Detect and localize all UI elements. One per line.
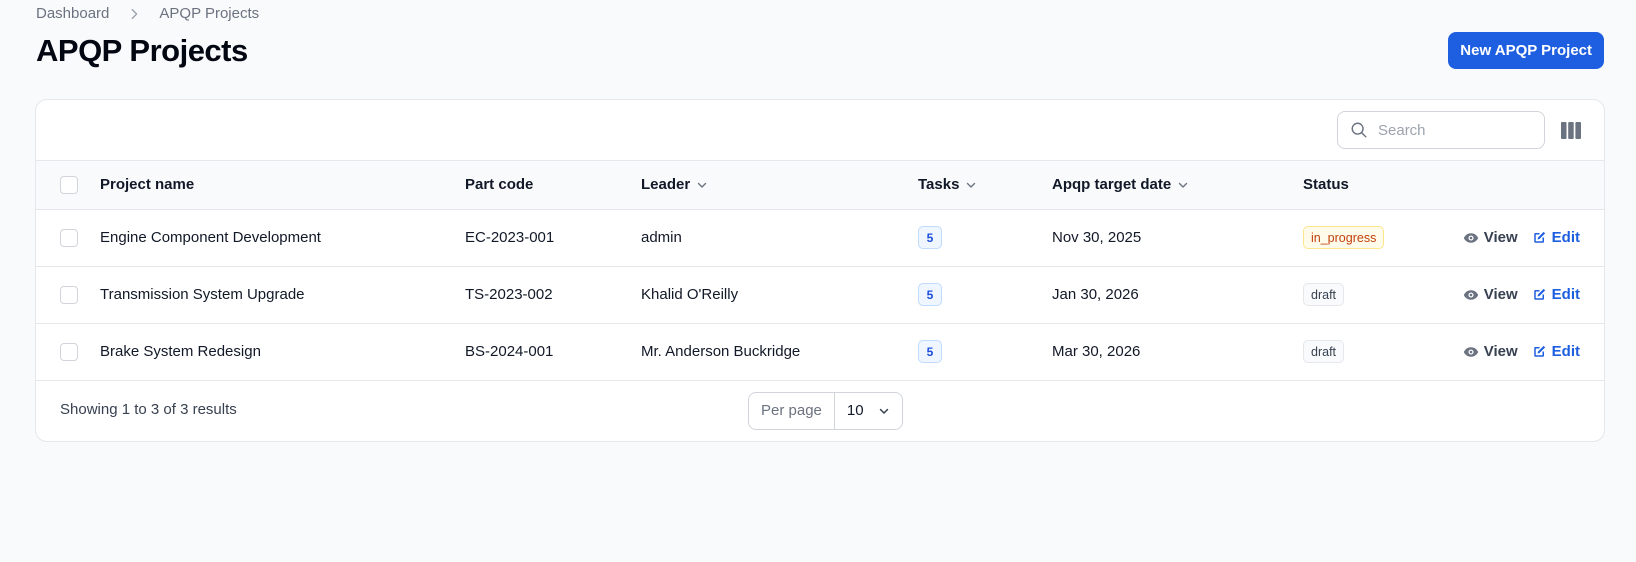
breadcrumb-current: APQP Projects (159, 5, 260, 22)
projects-table-card: Project name Part code Leader Tasks (35, 99, 1605, 442)
table-header-row: Project name Part code Leader Tasks Apqp… (36, 161, 1604, 209)
edit-label: Edit (1551, 286, 1580, 303)
header-part-code: Part code (465, 176, 534, 194)
part-code-cell: TS-2023-002 (465, 286, 553, 303)
tasks-cell: 5 (918, 323, 1052, 380)
view-button[interactable]: View (1463, 286, 1518, 303)
leader-cell: Khalid O'Reilly (641, 286, 739, 303)
header-leader-label: Leader (641, 176, 691, 194)
chevron-down-icon (879, 408, 888, 414)
table-footer: Showing 1 to 3 of 3 results Per page 10 (36, 381, 1604, 440)
actions-cell: View Edit (1443, 323, 1604, 380)
edit-icon (1533, 288, 1545, 300)
status-badge: draft (1303, 283, 1345, 306)
status-badge: draft (1303, 340, 1345, 363)
target-date-cell: Nov 30, 2025 (1052, 229, 1142, 246)
tasks-badge: 5 (918, 283, 942, 306)
per-page-value: 10 (846, 402, 864, 419)
tasks-cell: 5 (918, 266, 1052, 323)
edit-icon (1533, 345, 1545, 357)
edit-button[interactable]: Edit (1532, 286, 1580, 303)
header-select-cell (36, 161, 100, 209)
results-summary: Showing 1 to 3 of 3 results (60, 400, 237, 418)
chevron-down-icon (1178, 182, 1188, 188)
header-target-date-label: Apqp target date (1052, 176, 1172, 194)
status-badge: in_progress (1303, 226, 1385, 249)
project-name-cell: Transmission System Upgrade (100, 286, 305, 303)
tasks-badge: 5 (918, 340, 942, 363)
edit-button[interactable]: Edit (1532, 229, 1580, 246)
header-tasks[interactable]: Tasks (918, 161, 1052, 209)
project-name-cell: Engine Component Development (100, 229, 321, 246)
row-select-cell (36, 209, 100, 266)
select-all-checkbox[interactable] (60, 175, 78, 194)
breadcrumb: Dashboard APQP Projects (36, 5, 259, 22)
new-apqp-project-button[interactable]: New APQP Project (1448, 32, 1604, 69)
search-box[interactable] (1337, 111, 1545, 149)
columns-icon[interactable] (1561, 122, 1581, 139)
eye-icon (1463, 232, 1478, 243)
view-label: View (1483, 286, 1518, 303)
target-date-cell: Mar 30, 2026 (1052, 343, 1141, 360)
edit-icon (1533, 231, 1545, 243)
row-checkbox[interactable] (60, 228, 78, 247)
part-code-cell: BS-2024-001 (465, 343, 554, 360)
part-code-cell: EC-2023-001 (465, 229, 555, 246)
view-label: View (1483, 229, 1518, 246)
header-leader[interactable]: Leader (641, 161, 918, 209)
header-actions (1443, 161, 1604, 209)
row-checkbox[interactable] (60, 285, 78, 304)
view-button[interactable]: View (1463, 229, 1518, 246)
project-name-cell: Brake System Redesign (100, 343, 261, 360)
search-icon (1351, 122, 1367, 138)
row-checkbox[interactable] (60, 342, 78, 361)
chevron-down-icon (967, 182, 976, 188)
status-cell: draft (1303, 323, 1443, 380)
table-toolbar (36, 100, 1604, 161)
row-select-cell (36, 323, 100, 380)
actions-cell: View Edit (1443, 209, 1604, 266)
table-row: Transmission System Upgrade TS-2023-002 … (36, 266, 1604, 323)
header-tasks-label: Tasks (918, 176, 960, 194)
status-cell: draft (1303, 266, 1443, 323)
per-page-select[interactable]: 10 (835, 393, 902, 429)
view-label: View (1483, 343, 1518, 360)
projects-table: Project name Part code Leader Tasks Apqp… (36, 161, 1604, 381)
search-input[interactable] (1378, 121, 1528, 139)
tasks-badge: 5 (918, 226, 942, 249)
eye-icon (1463, 346, 1478, 357)
chevron-down-icon (698, 182, 707, 188)
header-target-date[interactable]: Apqp target date (1052, 161, 1303, 209)
view-button[interactable]: View (1463, 343, 1518, 360)
per-page-control: Per page 10 (748, 391, 903, 430)
tasks-cell: 5 (918, 209, 1052, 266)
edit-label: Edit (1551, 229, 1580, 246)
table-row: Engine Component Development EC-2023-001… (36, 209, 1604, 266)
page: Dashboard APQP Projects APQP Projects Ne… (0, 0, 1636, 562)
breadcrumb-dashboard-link[interactable]: Dashboard (36, 5, 109, 22)
row-select-cell (36, 266, 100, 323)
leader-cell: admin (641, 229, 682, 246)
leader-cell: Mr. Anderson Buckridge (641, 343, 801, 360)
actions-cell: View Edit (1443, 266, 1604, 323)
header-status: Status (1303, 176, 1349, 194)
page-title: APQP Projects (36, 33, 248, 68)
chevron-right-icon (131, 8, 138, 19)
per-page-label: Per page (749, 392, 835, 429)
table-row: Brake System Redesign BS-2024-001 Mr. An… (36, 323, 1604, 380)
edit-label: Edit (1551, 343, 1580, 360)
edit-button[interactable]: Edit (1532, 343, 1580, 360)
status-cell: in_progress (1303, 209, 1443, 266)
target-date-cell: Jan 30, 2026 (1052, 286, 1139, 303)
eye-icon (1463, 289, 1478, 300)
header-project-name: Project name (100, 176, 195, 194)
